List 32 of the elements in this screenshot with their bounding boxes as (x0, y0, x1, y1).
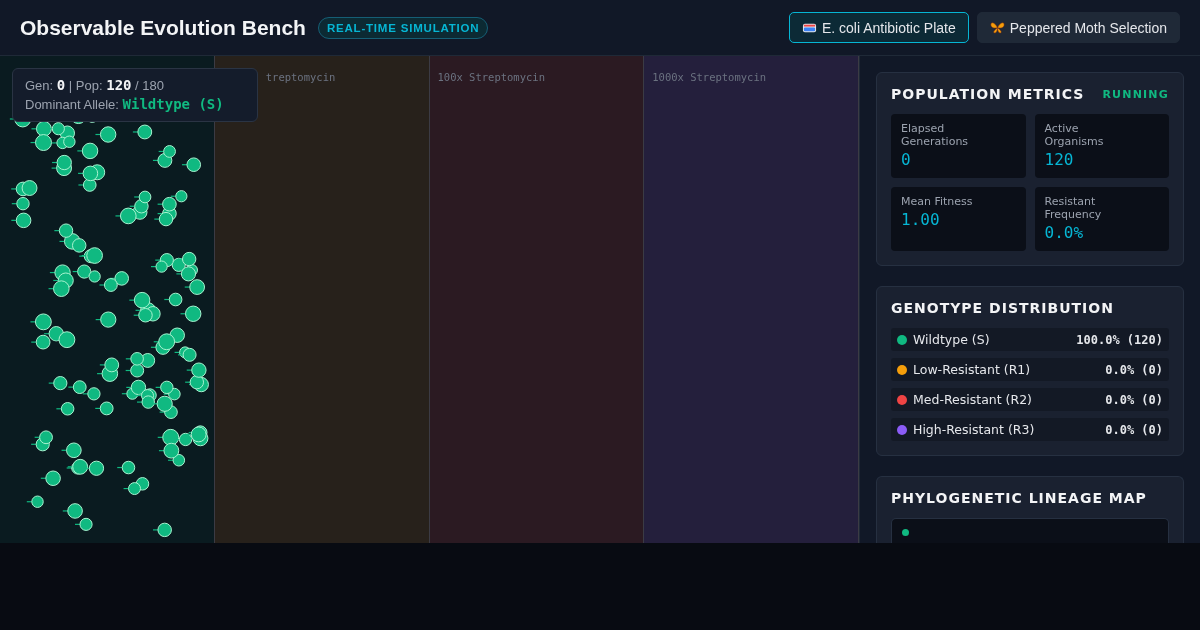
genotype-value: 0.0% (0) (1105, 422, 1163, 437)
butterfly-icon (989, 21, 1005, 34)
petri-dish-icon (801, 21, 817, 34)
genotype-name: Low-Resistant (R1) (913, 362, 1032, 377)
zone-label: 1000x Streptomycin (652, 71, 767, 83)
card-title: GENOTYPE DISTRIBUTION (891, 300, 1114, 316)
status-label: RUNNING (1102, 87, 1169, 101)
card-title: PHYLOGENETIC LINEAGE MAP (891, 490, 1147, 506)
genotype-name: Med-Resistant (R2) (913, 392, 1033, 407)
genotype-name: High-Resistant (R3) (913, 422, 1036, 437)
dominant-allele: Dominant Allele: Wildtype (S) (25, 95, 225, 114)
metric-label: Active Organisms (1044, 122, 1105, 148)
generation-stats: Gen: 0 | Pop: 120 / 180 (25, 76, 166, 95)
zone-label: 100x Streptomycin (437, 71, 545, 83)
metric-value: 1.00 (901, 210, 940, 229)
genotype-name: Wildtype (S) (913, 332, 991, 347)
genotype-value: 0.0% (0) (1105, 362, 1163, 377)
metric-value: 0.0% (1044, 223, 1084, 242)
scenario-button[interactable]: Peppered Moth Selection (976, 12, 1180, 43)
card-title: POPULATION METRICS (891, 86, 1085, 102)
zone-label: treptomycin (264, 71, 336, 83)
metric-label: Elapsed Generations (901, 122, 970, 148)
mode-badge: REAL-TIME SIMULATION (317, 16, 489, 39)
metric-label: Resistant Frequency (1044, 195, 1103, 221)
metric-value: 120 (1044, 150, 1074, 169)
genotype-value: 0.0% (0) (1105, 392, 1163, 407)
metric-value: 0 (901, 150, 911, 169)
metric-label: Mean Fitness (901, 195, 973, 208)
scenario-button[interactable]: E. coli Antibiotic Plate (788, 12, 969, 43)
genotype-value: 100.0% (120) (1076, 332, 1163, 347)
app-title: Observable Evolution Bench (20, 15, 306, 40)
lineage-node (902, 529, 909, 536)
